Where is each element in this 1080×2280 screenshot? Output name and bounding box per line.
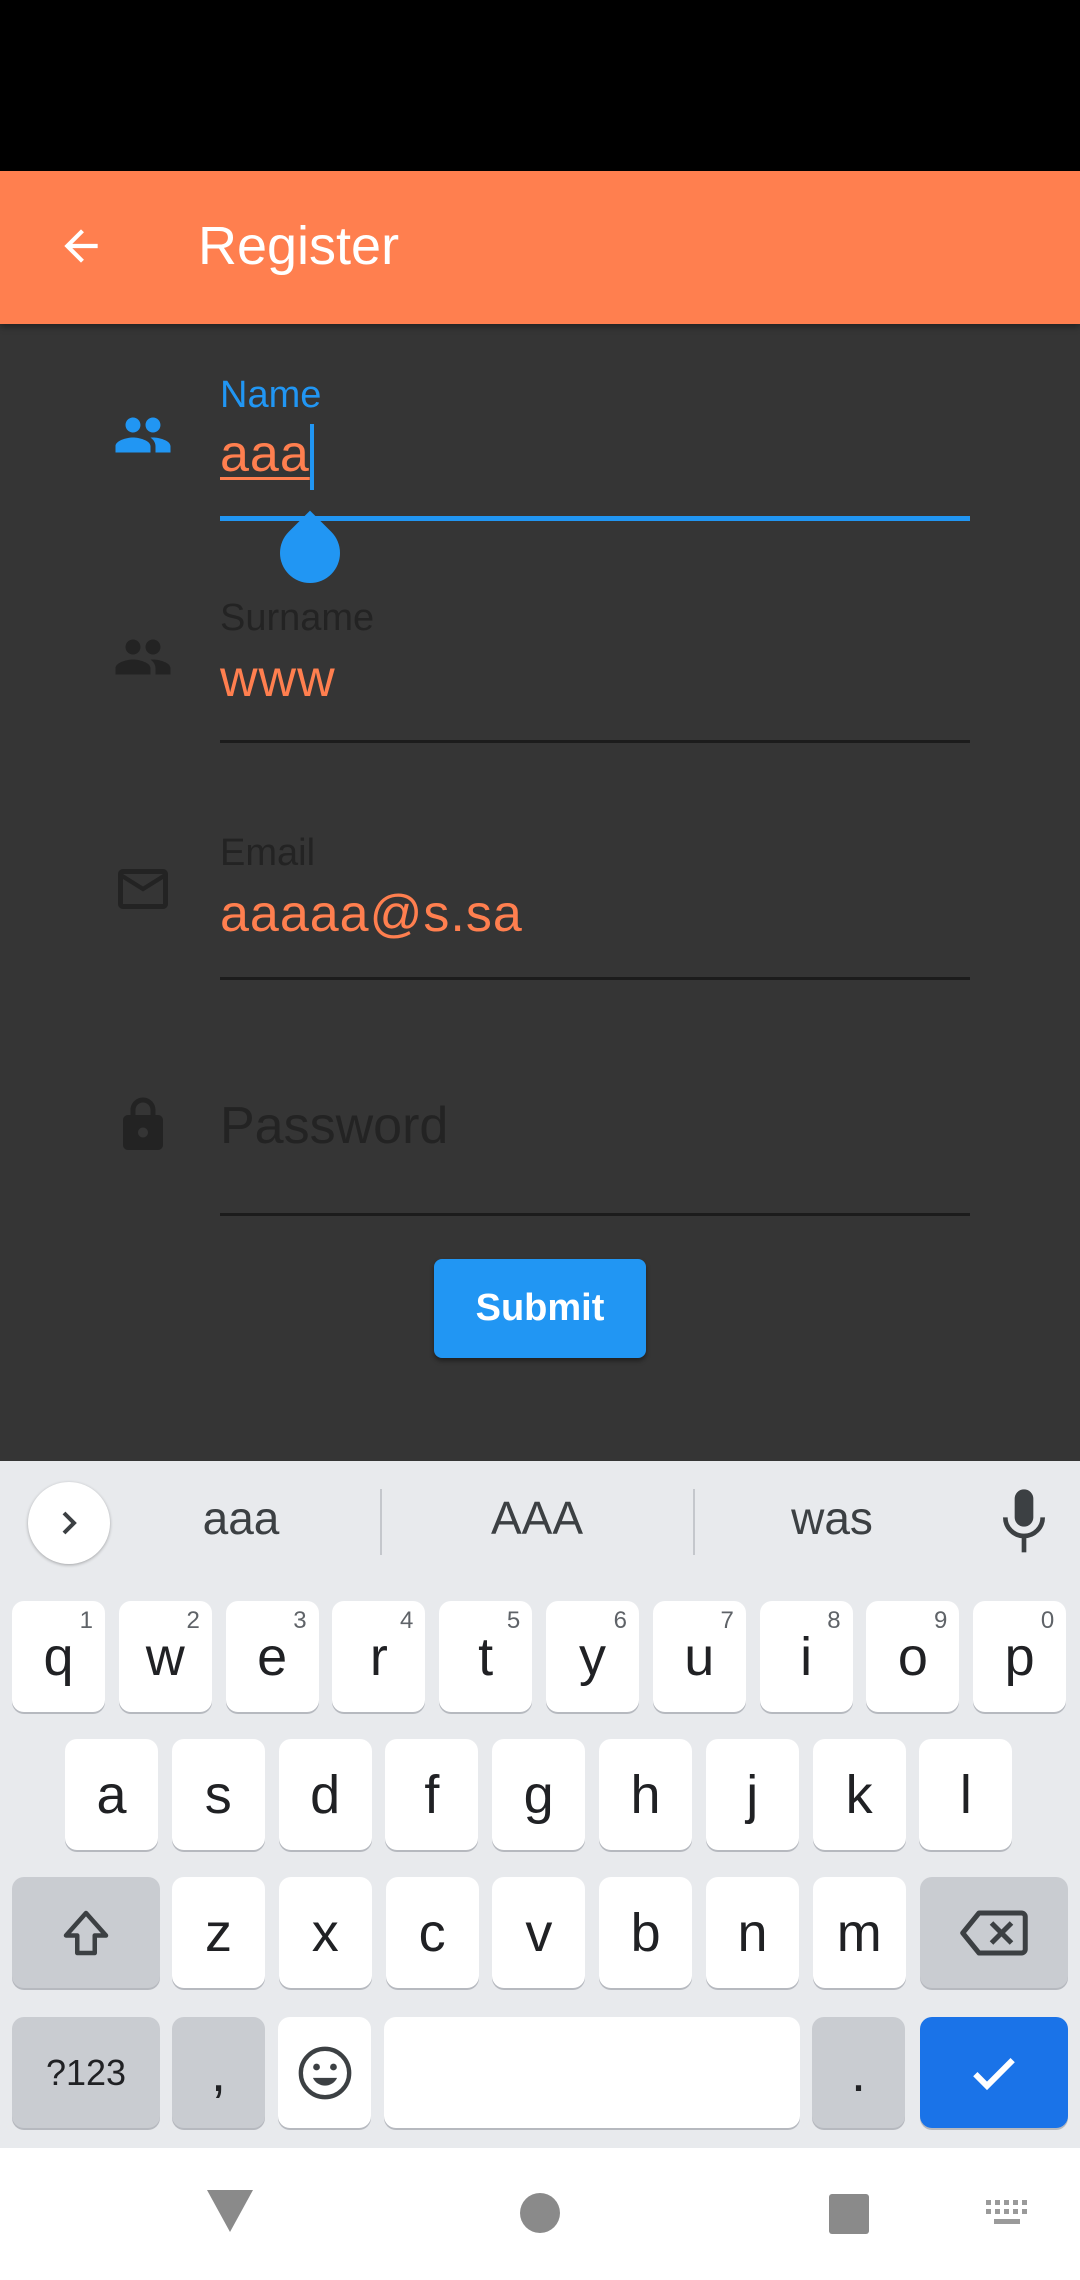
key-hint: 4 bbox=[400, 1607, 414, 1634]
recents-square-icon[interactable] bbox=[828, 2193, 870, 2235]
key-g[interactable]: g bbox=[492, 1739, 586, 1850]
surname-label: Surname bbox=[220, 597, 375, 639]
key-p[interactable]: p0 bbox=[973, 1601, 1067, 1712]
surname-underline bbox=[220, 740, 970, 743]
key-label: u bbox=[684, 1626, 715, 1687]
shift-icon bbox=[63, 1910, 109, 1955]
key-hint: 1 bbox=[79, 1607, 93, 1634]
key-a[interactable]: a bbox=[65, 1739, 158, 1850]
expand-toolbar-button[interactable] bbox=[28, 1482, 110, 1564]
key-hint: 5 bbox=[506, 1607, 521, 1634]
comma-key[interactable]: , bbox=[172, 2017, 265, 2128]
key-label: q bbox=[43, 1626, 74, 1687]
email-label: Email bbox=[220, 832, 316, 874]
back-triangle-icon[interactable] bbox=[205, 2188, 255, 2234]
suggestion-3[interactable]: was bbox=[712, 1491, 952, 1545]
people-icon bbox=[110, 624, 176, 690]
key-k[interactable]: k bbox=[812, 1739, 906, 1850]
suggestion-bar: aaa AAA was bbox=[0, 1461, 1080, 1585]
key-o[interactable]: o9 bbox=[866, 1601, 960, 1712]
key-y[interactable]: y6 bbox=[546, 1601, 639, 1712]
back-button[interactable] bbox=[36, 201, 126, 291]
key-l[interactable]: l bbox=[919, 1739, 1013, 1850]
key-label: r bbox=[369, 1626, 388, 1687]
key-label: w bbox=[145, 1626, 185, 1687]
key-label: t bbox=[478, 1626, 494, 1687]
period-key[interactable]: . bbox=[812, 2017, 905, 2128]
key-i[interactable]: i8 bbox=[759, 1601, 853, 1712]
soft-keyboard: aaa AAA was q1w2e3r4t5y6u7i8o9p0 asdfghj… bbox=[0, 1461, 1080, 2148]
key-m[interactable]: m bbox=[812, 1877, 906, 1988]
check-icon bbox=[973, 2057, 1015, 2090]
suggestion-2[interactable]: AAA bbox=[417, 1491, 657, 1545]
text-cursor bbox=[310, 424, 314, 490]
emoji-key[interactable] bbox=[278, 2017, 371, 2128]
keyboard-switch-icon[interactable] bbox=[986, 2200, 1028, 2228]
surname-input[interactable]: www bbox=[220, 649, 336, 709]
name-label: Name bbox=[220, 374, 322, 416]
key-e[interactable]: e3 bbox=[225, 1601, 319, 1712]
name-input[interactable]: aaa bbox=[220, 424, 310, 484]
key-z[interactable]: z bbox=[172, 1877, 265, 1988]
email-input[interactable]: aaaaa@s.sa bbox=[220, 884, 523, 944]
lock-icon bbox=[110, 1092, 176, 1158]
home-circle-icon[interactable] bbox=[518, 2191, 562, 2235]
emoji-icon bbox=[298, 2046, 351, 2099]
key-label: e bbox=[257, 1626, 288, 1687]
suggestion-divider bbox=[380, 1489, 382, 1555]
password-input[interactable]: Password bbox=[220, 1096, 448, 1156]
backspace-key[interactable] bbox=[920, 1877, 1068, 1988]
key-hint: 6 bbox=[613, 1607, 627, 1634]
key-hint: 8 bbox=[827, 1607, 841, 1634]
register-form: Name aaa Surname www Email aaaaa@s.sa Pa… bbox=[0, 324, 1080, 1461]
page-title: Register bbox=[198, 216, 400, 276]
key-hint: 7 bbox=[720, 1607, 734, 1634]
backspace-icon bbox=[960, 1910, 1028, 1955]
key-hint: 0 bbox=[1040, 1607, 1055, 1634]
key-x[interactable]: x bbox=[278, 1877, 372, 1988]
key-c[interactable]: c bbox=[385, 1877, 479, 1988]
key-u[interactable]: u7 bbox=[652, 1601, 746, 1712]
suggestion-1[interactable]: aaa bbox=[121, 1491, 361, 1545]
key-hint: 9 bbox=[934, 1607, 948, 1634]
key-label: p bbox=[1004, 1626, 1035, 1687]
key-j[interactable]: j bbox=[705, 1739, 799, 1850]
space-key[interactable] bbox=[384, 2017, 800, 2128]
name-underline bbox=[220, 516, 970, 521]
suggestion-divider bbox=[693, 1489, 695, 1555]
key-n[interactable]: n bbox=[706, 1877, 799, 1988]
status-bar bbox=[0, 0, 1080, 171]
key-label: i bbox=[800, 1626, 813, 1687]
key-w[interactable]: w2 bbox=[118, 1601, 212, 1712]
key-label: y bbox=[579, 1626, 606, 1687]
chevron-right-icon bbox=[62, 1511, 77, 1535]
shift-key[interactable] bbox=[12, 1877, 160, 1988]
submit-button[interactable]: Submit bbox=[434, 1259, 646, 1358]
microphone-icon[interactable] bbox=[996, 1487, 1052, 1557]
key-r[interactable]: r4 bbox=[332, 1601, 426, 1712]
key-t[interactable]: t5 bbox=[439, 1601, 533, 1712]
key-h[interactable]: h bbox=[599, 1739, 692, 1850]
password-underline bbox=[220, 1213, 970, 1216]
key-b[interactable]: b bbox=[599, 1877, 693, 1988]
key-s[interactable]: s bbox=[171, 1739, 265, 1850]
mail-icon bbox=[110, 856, 176, 922]
cursor-handle[interactable] bbox=[267, 510, 353, 596]
symbols-key[interactable]: ?123 bbox=[12, 2017, 160, 2128]
email-underline bbox=[220, 977, 970, 980]
key-label: o bbox=[897, 1626, 928, 1687]
people-icon bbox=[110, 402, 176, 468]
done-key[interactable] bbox=[920, 2017, 1068, 2128]
navigation-bar bbox=[0, 2148, 1080, 2280]
key-v[interactable]: v bbox=[492, 1877, 586, 1988]
key-hint: 3 bbox=[293, 1607, 307, 1634]
key-hint: 2 bbox=[186, 1607, 200, 1634]
key-f[interactable]: f bbox=[385, 1739, 479, 1850]
key-d[interactable]: d bbox=[278, 1739, 372, 1850]
app-bar: Register bbox=[0, 171, 1080, 324]
key-q[interactable]: q1 bbox=[12, 1601, 105, 1712]
arrow-back-icon bbox=[64, 229, 98, 263]
